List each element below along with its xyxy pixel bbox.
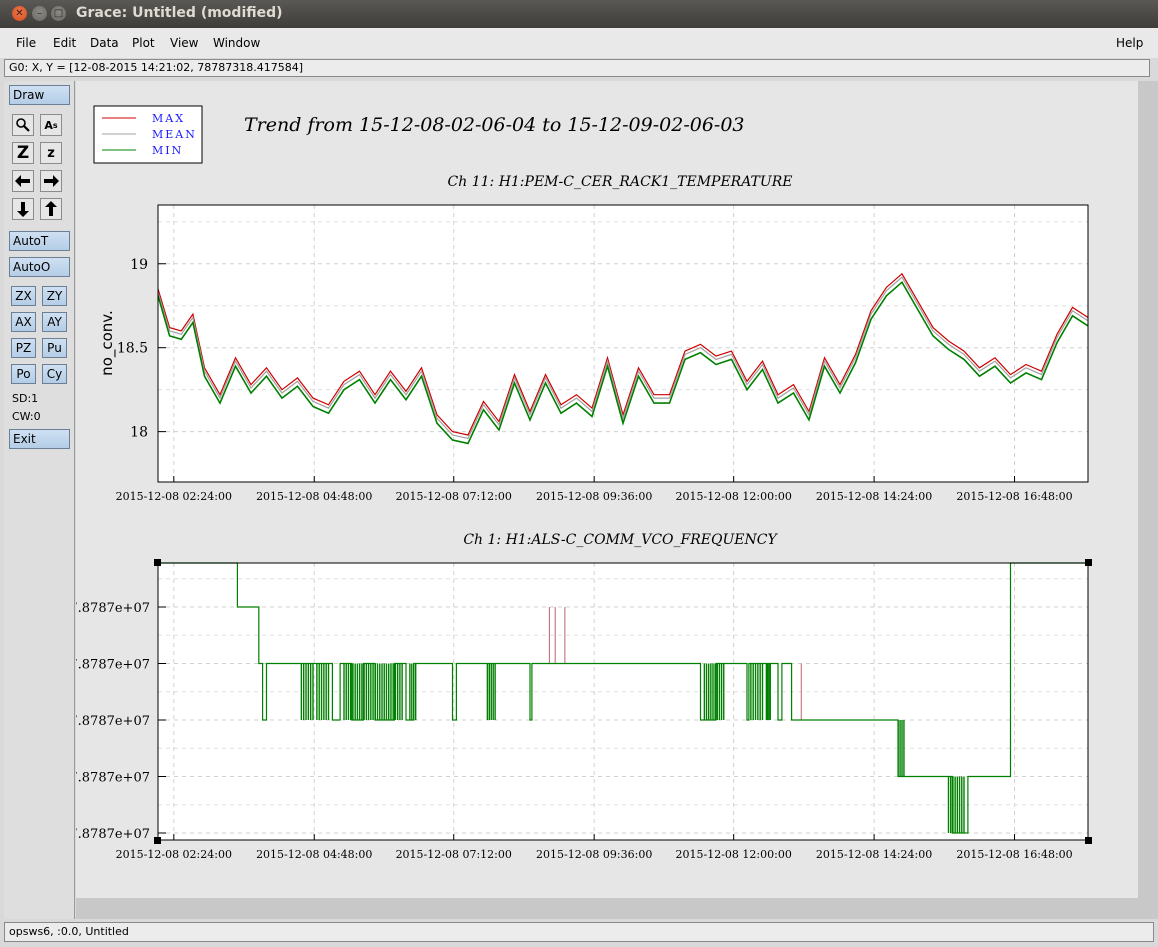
- current-world-label: CW:0: [12, 410, 41, 423]
- page-title: Trend from 15-12-08-02-06-04 to 15-12-09…: [244, 114, 745, 136]
- chart2-xtick-label: 2015-12-08 16:48:00: [956, 848, 1072, 861]
- exit-button[interactable]: Exit: [9, 429, 70, 449]
- chart1-xtick-label: 2015-12-08 04:48:00: [256, 490, 372, 503]
- autoo-button[interactable]: AutoO: [9, 257, 70, 277]
- scroll-right-icon[interactable]: [40, 170, 62, 192]
- zx-button[interactable]: ZX: [11, 286, 36, 306]
- chart1-ylabel: no_conv.: [98, 310, 117, 376]
- chart2-title: Ch 1: H1:ALS-C_COMM_VCO_FREQUENCY: [463, 532, 778, 548]
- zy-button[interactable]: ZY: [42, 286, 67, 306]
- selection-handle-bottom-right[interactable]: [1085, 837, 1092, 844]
- chart2-xtick-label: 2015-12-08 12:00:00: [676, 848, 792, 861]
- po-button[interactable]: Po: [11, 364, 36, 384]
- vco-frequency-chart: Ch 1: H1:ALS-C_COMM_VCO_FREQUENCY 7.8787…: [69, 532, 1092, 861]
- menu-file[interactable]: File: [16, 36, 36, 50]
- scroll-down-icon[interactable]: [12, 198, 34, 220]
- selection-handle-bottom-left[interactable]: [154, 837, 161, 844]
- autot-button[interactable]: AutoT: [9, 231, 70, 251]
- chart2-xtick-label: 2015-12-08 07:12:00: [396, 848, 512, 861]
- chart2-xtick-label: 2015-12-08 14:24:00: [816, 848, 932, 861]
- window-maximize-button[interactable]: □: [51, 6, 66, 21]
- menu-window[interactable]: Window: [213, 36, 260, 50]
- pz-button[interactable]: PZ: [11, 338, 36, 358]
- zoom-out-icon[interactable]: z: [40, 142, 62, 164]
- chart1-ytick-label: 19: [130, 257, 148, 273]
- chart1-xtick-label: 2015-12-08 16:48:00: [956, 490, 1072, 503]
- menu-help[interactable]: Help: [1116, 36, 1143, 50]
- selection-handle-top-right[interactable]: [1085, 559, 1092, 566]
- chart1-xtick-label: 2015-12-08 09:36:00: [536, 490, 652, 503]
- zoom-magnifier-icon[interactable]: [12, 114, 34, 136]
- legend-min-label: MIN: [152, 144, 183, 157]
- chart1-xtick-label: 2015-12-08 02:24:00: [116, 490, 232, 503]
- zoom-in-icon[interactable]: Z: [12, 142, 34, 164]
- chart2-ytick-label: 7.8787e+07: [76, 771, 150, 786]
- menu-edit[interactable]: Edit: [53, 36, 76, 50]
- cy-button[interactable]: Cy: [42, 364, 67, 384]
- chart2-xtick-label: 2015-12-08 04:48:00: [256, 848, 372, 861]
- text-tool-icon[interactable]: As: [40, 114, 62, 136]
- legend: MAX MEAN MIN: [93, 105, 203, 164]
- menu-bar: File Edit Data Plot View Window Help: [0, 28, 1158, 58]
- scroll-up-icon[interactable]: [40, 198, 62, 220]
- chart2-ytick-label: 7.8787e+07: [76, 714, 150, 729]
- chart1-title: Ch 11: H1:PEM-C_CER_RACK1_TEMPERATURE: [448, 174, 793, 190]
- chart1-xtick-label: 2015-12-08 12:00:00: [676, 490, 792, 503]
- menu-data[interactable]: Data: [90, 36, 119, 50]
- pu-button[interactable]: Pu: [42, 338, 67, 358]
- scroll-left-icon[interactable]: [12, 170, 34, 192]
- draw-button[interactable]: Draw: [9, 85, 70, 105]
- chart2-xtick-label: 2015-12-08 09:36:00: [536, 848, 652, 861]
- chart1-xtick-label: 2015-12-08 14:24:00: [816, 490, 932, 503]
- status-bar: opsws6, :0.0, Untitled: [4, 922, 1154, 942]
- window-title: Grace: Untitled (modified): [76, 5, 283, 21]
- plot-svg: MAX MEAN MIN Trend from 15-12-08-02-06-0…: [69, 81, 1138, 898]
- chart1-xtick-label: 2015-12-08 07:12:00: [396, 490, 512, 503]
- legend-mean-label: MEAN: [152, 128, 197, 141]
- menu-plot[interactable]: Plot: [132, 36, 155, 50]
- chart2-xtick-label: 2015-12-08 02:24:00: [116, 848, 232, 861]
- legend-max-label: MAX: [152, 112, 185, 125]
- chart1-ytick-label: 18: [130, 425, 148, 441]
- window-minimize-button[interactable]: –: [32, 6, 47, 21]
- ax-button[interactable]: AX: [11, 312, 36, 332]
- chart2-ytick-label: 7.8787e+07: [76, 658, 150, 673]
- plot-canvas[interactable]: MAX MEAN MIN Trend from 15-12-08-02-06-0…: [69, 81, 1158, 919]
- temperature-chart: Ch 11: H1:PEM-C_CER_RACK1_TEMPERATURE 18…: [98, 174, 1089, 503]
- window-titlebar: ✕ – □ Grace: Untitled (modified): [0, 0, 1158, 28]
- window-close-button[interactable]: ✕: [12, 6, 27, 21]
- tool-panel: Draw As Z z AutoT AutoO ZX ZY AX AY PZ P…: [4, 81, 75, 919]
- coordinate-readout: G0: X, Y = [12-08-2015 14:21:02, 7878731…: [4, 59, 1150, 77]
- menu-view[interactable]: View: [170, 36, 198, 50]
- set-depth-label: SD:1: [12, 392, 39, 405]
- chart1-plot-area: [158, 205, 1088, 482]
- selection-handle-top-left[interactable]: [154, 559, 161, 566]
- ay-button[interactable]: AY: [42, 312, 67, 332]
- chart1-ytick-label: 18.5: [117, 341, 148, 357]
- chart2-ytick-label: 7.8787e+07: [76, 601, 150, 616]
- chart2-ytick-label: 7.8787e+07: [76, 827, 150, 842]
